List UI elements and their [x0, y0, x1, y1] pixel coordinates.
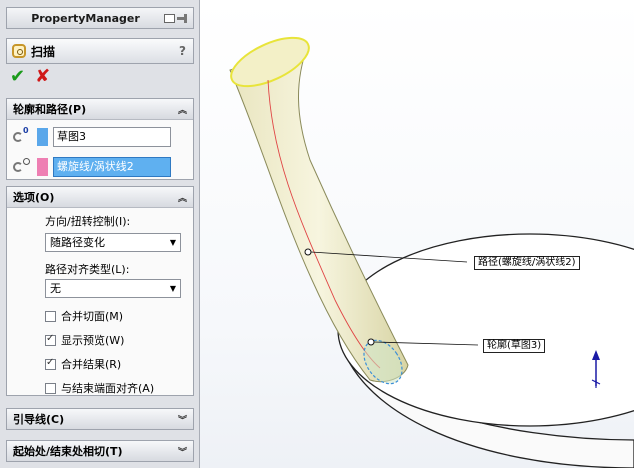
profile-icon: 0	[13, 126, 29, 144]
checkbox-label: 显示预览(W)	[61, 334, 125, 347]
show-preview-checkbox[interactable]	[45, 333, 56, 346]
profile-callout-anchor	[367, 338, 375, 346]
ok-button[interactable]: ✔	[10, 68, 25, 86]
dropdown-arrow-icon: ▼	[169, 284, 176, 293]
path-align-dropdown[interactable]: 无 ▼	[45, 279, 181, 298]
profile-path-group: 轮廓和路径(P) ︽ 0 草图3 螺旋线/涡状线2	[6, 98, 194, 180]
property-manager-panel: PropertyManager 扫描 ? ✔ ✘ 轮廓和路径(P) ︽ 0 草图…	[0, 0, 200, 468]
show-preview-checkbox-row[interactable]: 显示预览(W)	[45, 332, 124, 348]
path-align-value: 无	[50, 282, 61, 295]
start-end-tangency-group: 起始处/结束处相切(T) ︾	[6, 440, 194, 462]
chevron-up-icon[interactable]: ︽	[178, 191, 187, 204]
panel-title: PropertyManager	[31, 11, 140, 25]
checkbox-label: 与结束端面对齐(A)	[61, 382, 155, 395]
model-view[interactable]	[200, 0, 634, 468]
merge-tangent-checkbox-row[interactable]: 合并切面(M)	[45, 308, 123, 324]
chevron-down-icon[interactable]: ︾	[178, 445, 187, 458]
profile-color-swatch	[37, 128, 48, 146]
checkbox-label: 合并结果(R)	[61, 358, 122, 371]
profile-selection-box[interactable]: 草图3	[53, 127, 171, 147]
guide-curves-group: 引导线(C) ︾	[6, 408, 194, 430]
cancel-button[interactable]: ✘	[35, 68, 50, 86]
orientation-value: 随路径变化	[50, 236, 105, 249]
profile-callout[interactable]: 轮廓(草图3)	[483, 339, 546, 353]
path-selection-box[interactable]: 螺旋线/涡状线2	[53, 157, 171, 177]
path-callout-anchor	[304, 248, 312, 256]
orientation-dropdown[interactable]: 随路径变化 ▼	[45, 233, 181, 252]
start-end-tangency-group-header[interactable]: 起始处/结束处相切(T) ︾	[7, 441, 193, 461]
align-end-faces-checkbox[interactable]	[45, 382, 56, 394]
sweep-body	[229, 44, 409, 383]
group-title: 轮廓和路径(P)	[13, 103, 87, 116]
sweep-feature-icon	[12, 44, 26, 58]
checkbox-label: 合并切面(M)	[61, 310, 124, 323]
property-manager-title-bar: PropertyManager	[6, 7, 194, 29]
feature-header: 扫描 ?	[6, 38, 194, 64]
pin-icon[interactable]	[177, 13, 189, 23]
path-color-swatch	[37, 158, 48, 176]
options-group-header[interactable]: 选项(O) ︽	[7, 187, 193, 208]
align-end-faces-checkbox-row[interactable]: 与结束端面对齐(A)	[45, 380, 154, 396]
merge-tangent-checkbox[interactable]	[45, 310, 56, 322]
path-align-label: 路径对齐类型(L):	[45, 263, 130, 276]
group-title: 起始处/结束处相切(T)	[13, 445, 123, 458]
chevron-up-icon[interactable]: ︽	[178, 103, 187, 116]
merge-result-checkbox[interactable]	[45, 357, 56, 370]
group-title: 选项(O)	[13, 191, 55, 204]
feature-name: 扫描	[31, 44, 56, 59]
options-group: 选项(O) ︽ 方向/扭转控制(I): 随路径变化 ▼ 路径对齐类型(L): 无…	[6, 186, 194, 396]
dropdown-arrow-icon: ▼	[169, 238, 176, 247]
group-title: 引导线(C)	[13, 413, 65, 426]
path-icon	[13, 158, 30, 174]
help-button[interactable]: ?	[179, 44, 186, 58]
panel-menu-icon[interactable]	[164, 13, 175, 23]
guide-curves-group-header[interactable]: 引导线(C) ︾	[7, 409, 193, 429]
profile-path-group-header[interactable]: 轮廓和路径(P) ︽	[7, 99, 193, 120]
chevron-down-icon[interactable]: ︾	[178, 413, 187, 426]
path-callout[interactable]: 路径(螺旋线/涡状线2)	[474, 256, 580, 270]
graphics-viewport[interactable]: 路径(螺旋线/涡状线2) 轮廓(草图3)	[200, 0, 634, 468]
orientation-label: 方向/扭转控制(I):	[45, 215, 131, 228]
merge-result-checkbox-row[interactable]: 合并结果(R)	[45, 356, 121, 372]
